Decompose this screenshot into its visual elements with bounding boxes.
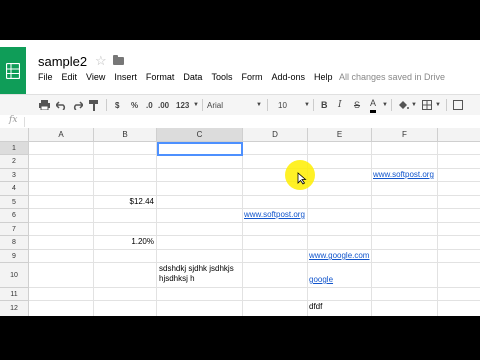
select-all-corner[interactable]	[0, 128, 29, 142]
italic-button[interactable]: I	[338, 95, 342, 115]
chevron-down-icon[interactable]: ▼	[411, 95, 417, 115]
save-status[interactable]: All changes saved in Drive	[339, 72, 445, 82]
fill-color-icon[interactable]	[397, 95, 409, 115]
cell-e10[interactable]: google	[309, 275, 333, 285]
menu-file[interactable]: File	[38, 72, 53, 86]
cell-d6[interactable]: www.softpost.org	[244, 210, 305, 220]
row-header-6[interactable]: 6	[0, 209, 29, 223]
currency-format-button[interactable]: $	[115, 95, 119, 115]
row-header-2[interactable]: 2	[0, 155, 29, 169]
menu-addons[interactable]: Add-ons	[271, 72, 305, 86]
toolbar: $ % .0 .00 123 ▼ Arial ▼ 10 ▼ B I S A ▼ …	[0, 94, 480, 116]
decrease-decimal-button[interactable]: .0	[146, 95, 153, 115]
undo-icon[interactable]	[56, 95, 67, 115]
column-header-a[interactable]: A	[29, 128, 94, 142]
font-size-select[interactable]: 10	[278, 95, 287, 115]
column-header-e[interactable]: E	[308, 128, 372, 142]
chevron-down-icon[interactable]: ▼	[193, 95, 199, 115]
document-title[interactable]: sample2	[38, 54, 87, 69]
row-header-11[interactable]: 11	[0, 288, 29, 301]
text-color-button[interactable]: A	[370, 96, 377, 113]
cell-b5[interactable]: $12.44	[94, 197, 154, 207]
menu-edit[interactable]: Edit	[62, 72, 78, 86]
chevron-down-icon[interactable]: ▼	[435, 95, 441, 115]
column-header-d-label: D	[272, 130, 278, 139]
redo-icon[interactable]	[72, 95, 83, 115]
fx-icon: fx	[9, 115, 18, 125]
row-header-3[interactable]: 3	[0, 169, 29, 182]
print-icon[interactable]	[39, 95, 50, 115]
menu-view[interactable]: View	[86, 72, 105, 86]
row-header-9[interactable]: 9	[0, 250, 29, 263]
menu-insert[interactable]: Insert	[114, 72, 137, 86]
column-header-c[interactable]: C	[157, 128, 243, 142]
star-icon[interactable]: ☆	[95, 53, 107, 69]
column-header-g[interactable]	[438, 128, 480, 142]
sheets-logo-icon[interactable]	[0, 47, 26, 95]
borders-icon[interactable]	[422, 95, 432, 115]
strikethrough-button[interactable]: S	[354, 95, 360, 115]
cell-f3[interactable]: www.softpost.org	[373, 170, 434, 180]
chevron-down-icon[interactable]: ▼	[256, 95, 262, 115]
column-header-f[interactable]: F	[372, 128, 438, 142]
row-header-8[interactable]: 8	[0, 236, 29, 250]
font-family-select[interactable]: Arial	[207, 95, 223, 115]
menu-data[interactable]: Data	[183, 72, 202, 86]
row-header-7[interactable]: 7	[0, 223, 29, 236]
menu-form[interactable]: Form	[241, 72, 262, 86]
selected-cell-c1[interactable]	[157, 142, 243, 156]
row-header-1[interactable]: 1	[0, 142, 29, 155]
cell-c10[interactable]: sdshdkj sjdhk jsdhkjs hjsdhksj h	[159, 264, 241, 284]
menu-tools[interactable]: Tools	[211, 72, 232, 86]
menu-bar: File Edit View Insert Format Data Tools …	[38, 72, 342, 86]
column-header-b[interactable]: B	[94, 128, 157, 142]
chevron-down-icon[interactable]: ▼	[382, 95, 388, 115]
row-header-5[interactable]: 5	[0, 196, 29, 209]
spreadsheet-app: sample2 ☆ File Edit View Insert Format D…	[0, 40, 480, 316]
cell-e9[interactable]: www.google.com	[309, 251, 369, 261]
paint-format-icon[interactable]	[89, 95, 98, 115]
more-formats-button[interactable]: 123	[176, 95, 189, 115]
chevron-down-icon[interactable]: ▼	[304, 95, 310, 115]
row-header-4[interactable]: 4	[0, 182, 29, 196]
bold-button[interactable]: B	[321, 95, 328, 115]
row-header-10[interactable]: 10	[0, 263, 29, 288]
menu-help[interactable]: Help	[314, 72, 333, 86]
increase-decimal-button[interactable]: .00	[158, 95, 169, 115]
column-header-d[interactable]: D	[243, 128, 308, 142]
menu-format[interactable]: Format	[146, 72, 175, 86]
cell-e12[interactable]: dfdf	[309, 302, 322, 312]
mouse-cursor-icon	[297, 172, 307, 190]
spreadsheet-grid[interactable]: A B C D E F 1 2 3 4 5 6 7 8 9 10 11 12 w…	[0, 128, 480, 316]
formula-input[interactable]	[30, 116, 470, 128]
percent-format-button[interactable]: %	[131, 95, 138, 115]
folder-icon[interactable]	[113, 55, 124, 65]
merge-cells-icon[interactable]	[453, 95, 463, 115]
cell-b8[interactable]: 1.20%	[94, 237, 154, 247]
row-header-12[interactable]: 12	[0, 301, 29, 316]
